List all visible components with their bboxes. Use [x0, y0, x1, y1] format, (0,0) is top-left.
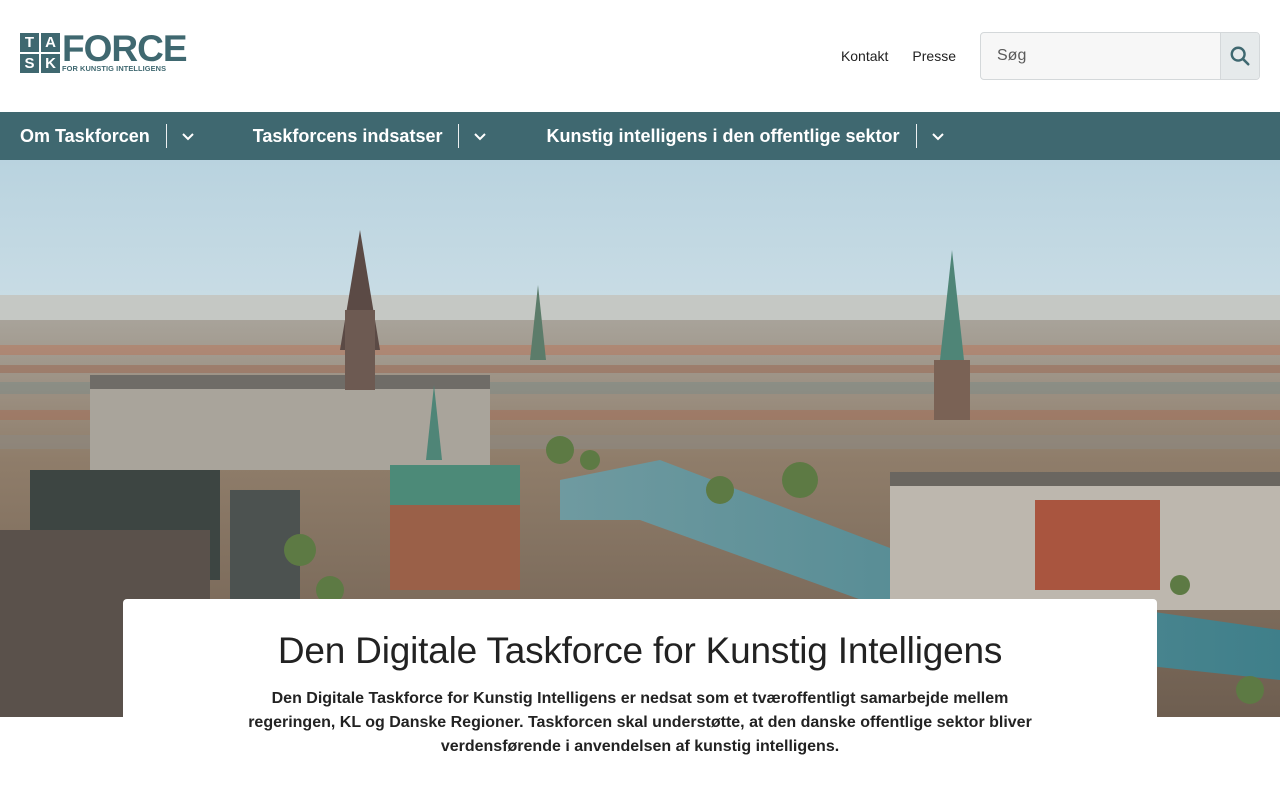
intro-card: Den Digitale Taskforce for Kunstig Intel…	[123, 599, 1157, 800]
logo-letter: S	[20, 54, 39, 73]
logo-word: FORCE	[62, 28, 187, 69]
nav-item-offentlige-sektor: Kunstig intelligens i den offentlige sek…	[546, 112, 946, 160]
search-form	[980, 32, 1260, 80]
nav-toggle-offentlige-sektor[interactable]	[929, 124, 947, 148]
main-navigation: Om Taskforcen Taskforcens indsatser Kuns…	[0, 112, 1280, 160]
contact-link[interactable]: Kontakt	[841, 47, 888, 65]
nav-link-indsatser[interactable]: Taskforcens indsatser	[253, 126, 443, 147]
search-button[interactable]	[1220, 33, 1259, 79]
nav-toggle-indsatser[interactable]	[471, 124, 489, 148]
nav-link-om-taskforcen[interactable]: Om Taskforcen	[20, 126, 150, 147]
intro-text: Den Digitale Taskforce for Kunstig Intel…	[248, 690, 1032, 755]
search-input[interactable]	[981, 33, 1220, 79]
nav-item-om-taskforcen: Om Taskforcen	[20, 112, 197, 160]
chevron-down-icon	[182, 133, 194, 141]
logo-letter: A	[41, 33, 60, 52]
logo-mark: T A S K	[20, 33, 60, 73]
nav-toggle-om-taskforcen[interactable]	[179, 124, 197, 148]
logo-letter: T	[20, 33, 39, 52]
nav-item-indsatser: Taskforcens indsatser	[253, 112, 490, 160]
nav-link-offentlige-sektor[interactable]: Kunstig intelligens i den offentlige sek…	[546, 126, 899, 147]
utility-links: Kontakt Presse	[841, 47, 956, 65]
logo-subtitle: FOR KUNSTIG INTELLIGENS	[62, 64, 167, 73]
press-link[interactable]: Presse	[912, 47, 956, 65]
nav-divider	[915, 124, 917, 148]
chevron-down-icon	[931, 133, 944, 141]
nav-divider	[165, 124, 167, 148]
search-icon	[1230, 46, 1250, 66]
site-header: T A S K FORCE FOR KUNSTIG INTELLIGENS Ko…	[0, 0, 1280, 112]
page-title: Den Digitale Taskforce for Kunstig Intel…	[277, 630, 1003, 671]
chevron-down-icon	[474, 133, 487, 141]
taskforce-logo[interactable]: T A S K FORCE FOR KUNSTIG INTELLIGENS	[20, 30, 187, 73]
nav-divider	[458, 124, 460, 148]
logo-wordmark: FORCE FOR KUNSTIG INTELLIGENS	[62, 28, 187, 73]
logo-letter: K	[41, 54, 60, 73]
